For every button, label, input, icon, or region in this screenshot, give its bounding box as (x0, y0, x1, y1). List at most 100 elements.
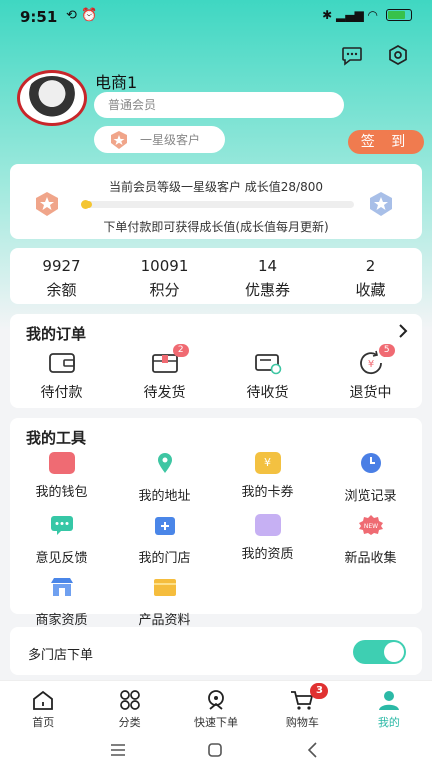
tool-label: 我的钱包 (35, 485, 88, 500)
tool-label: 产品资料 (138, 613, 191, 628)
badge: 2 (172, 344, 189, 357)
clock-icon (360, 453, 381, 473)
location-pin-icon (157, 453, 172, 473)
tool-wallet[interactable]: 我的钱包 (10, 452, 113, 504)
growth-hint-text: 下单付款即可获得成长值(成长值每月更新) (103, 220, 329, 234)
signal-icon: ✱ ▂▄▆ ◠ (322, 8, 378, 22)
tab-label: 分类 (118, 716, 141, 729)
order-label: 待收货 (246, 385, 289, 401)
star-medal-icon (111, 130, 127, 149)
order-label: 待付款 (40, 385, 83, 401)
feedback-icon (50, 516, 73, 535)
stat-favorites[interactable]: 2 收藏 (319, 248, 422, 304)
status-bar: 9:51 ⟲ ⏰ ✱ ▂▄▆ ◠ (0, 0, 432, 34)
orders-card: 我的订单 待付款 2 待发货 待收货 ¥ 5 退货中 (10, 314, 422, 408)
tool-qualification[interactable]: 我的资质 (216, 514, 319, 566)
svg-text:¥: ¥ (367, 359, 373, 370)
order-refunding[interactable]: ¥ 5 退货中 (319, 344, 422, 402)
tab-profile[interactable]: 我的 (346, 681, 432, 732)
order-label: 待发货 (143, 385, 186, 401)
stat-label: 积分 (149, 281, 180, 299)
home-icon (33, 690, 54, 710)
home-square-icon[interactable] (205, 740, 225, 760)
back-icon[interactable] (303, 740, 323, 760)
customer-level-label: 一星级客户 (140, 133, 201, 147)
tab-label: 快速下单 (194, 716, 239, 729)
alarm-icon: ⟲ ⏰ (66, 8, 98, 23)
bottom-tab-bar: 首页 分类 快速下单 3 购物车 我的 (0, 680, 432, 732)
member-type-badge: 普通会员 (94, 92, 344, 118)
chevron-right-icon[interactable] (398, 324, 408, 338)
growth-status-text: 当前会员等级一星级客户 成长值28/800 (108, 180, 324, 194)
multi-store-toggle[interactable] (353, 640, 406, 664)
tool-new-products[interactable]: NEW 新品收集 (319, 514, 422, 566)
order-pending-payment[interactable]: 待付款 (10, 350, 113, 402)
tool-merchant-qualification[interactable]: 商家资质 (10, 576, 113, 628)
tool-address[interactable]: 我的地址 (113, 452, 216, 504)
user-name: 电商1 (95, 73, 138, 92)
avatar[interactable] (17, 70, 87, 126)
menu-icon[interactable] (108, 740, 128, 760)
growth-progress-bar (81, 200, 354, 209)
message-icon[interactable] (341, 44, 363, 66)
tools-card: 我的工具 我的钱包 我的地址 ¥ 我的卡券 浏览记录 意见反馈 我的门店 我的资… (10, 418, 422, 628)
stat-balance[interactable]: 9927 余额 (10, 248, 113, 304)
tool-product-docs[interactable]: 产品资料 (113, 576, 216, 628)
tab-label: 购物车 (285, 716, 319, 729)
order-pending-receipt[interactable]: 待收货 (216, 350, 319, 402)
status-time: 9:51 (20, 8, 58, 26)
tool-coupons[interactable]: ¥ 我的卡券 (216, 452, 319, 504)
tool-label: 我的资质 (241, 547, 294, 562)
stat-label: 优惠券 (244, 281, 290, 299)
stat-label: 收藏 (355, 281, 386, 299)
merchant-icon (50, 578, 73, 596)
wallet-icon (48, 452, 75, 474)
folder-icon (153, 579, 176, 596)
stat-value: 10091 (140, 257, 189, 275)
order-pending-shipment[interactable]: 2 待发货 (113, 344, 216, 402)
svg-text:NEW: NEW (363, 523, 377, 530)
tool-label: 浏览记录 (344, 489, 397, 504)
profile-icon (378, 691, 399, 710)
new-badge-icon: NEW (358, 515, 383, 535)
stat-value: 14 (257, 257, 278, 275)
stat-label: 余额 (46, 281, 77, 299)
tab-label: 我的 (377, 716, 400, 729)
coupon-icon: ¥ (254, 452, 281, 474)
checkin-button[interactable]: 签 到 (348, 130, 424, 154)
tool-feedback[interactable]: 意见反馈 (10, 514, 113, 566)
tool-label: 新品收集 (344, 551, 397, 566)
cart-count-badge: 3 (310, 683, 329, 699)
tab-category[interactable]: 分类 (86, 681, 172, 732)
category-icon (119, 690, 140, 710)
truck-icon (254, 354, 281, 375)
stat-value: 2 (365, 257, 376, 275)
tool-store[interactable]: 我的门店 (113, 514, 216, 566)
tab-quick-order[interactable]: 快速下单 (173, 681, 259, 732)
tab-cart[interactable]: 3 购物车 (259, 681, 345, 732)
tools-title: 我的工具 (26, 429, 87, 447)
tool-label: 商家资质 (35, 613, 88, 628)
settings-icon[interactable] (387, 44, 409, 66)
stat-coupons[interactable]: 14 优惠券 (216, 248, 319, 304)
stat-value: 9927 (42, 257, 81, 275)
tool-label: 我的地址 (138, 489, 191, 504)
tool-history[interactable]: 浏览记录 (319, 452, 422, 504)
stats-card: 9927 余额 10091 积分 14 优惠券 2 收藏 (10, 248, 422, 304)
multi-store-label: 多门店下单 (28, 648, 94, 663)
tool-label: 我的门店 (138, 551, 191, 566)
tab-label: 首页 (32, 716, 55, 729)
status-icons: ✱ ▂▄▆ ◠ (322, 8, 412, 22)
wallet-icon (48, 353, 75, 373)
tab-home[interactable]: 首页 (0, 681, 86, 732)
tool-label: 意见反馈 (35, 551, 88, 566)
customer-level-badge: 一星级客户 (94, 126, 225, 153)
stat-points[interactable]: 10091 积分 (113, 248, 216, 304)
battery-icon (386, 9, 412, 21)
tool-label: 我的卡券 (241, 485, 294, 500)
next-level-medal-icon (370, 192, 392, 216)
order-label: 退货中 (349, 385, 392, 401)
growth-progress-dot (81, 200, 90, 209)
system-nav-bar (0, 732, 432, 768)
store-icon (154, 517, 175, 535)
